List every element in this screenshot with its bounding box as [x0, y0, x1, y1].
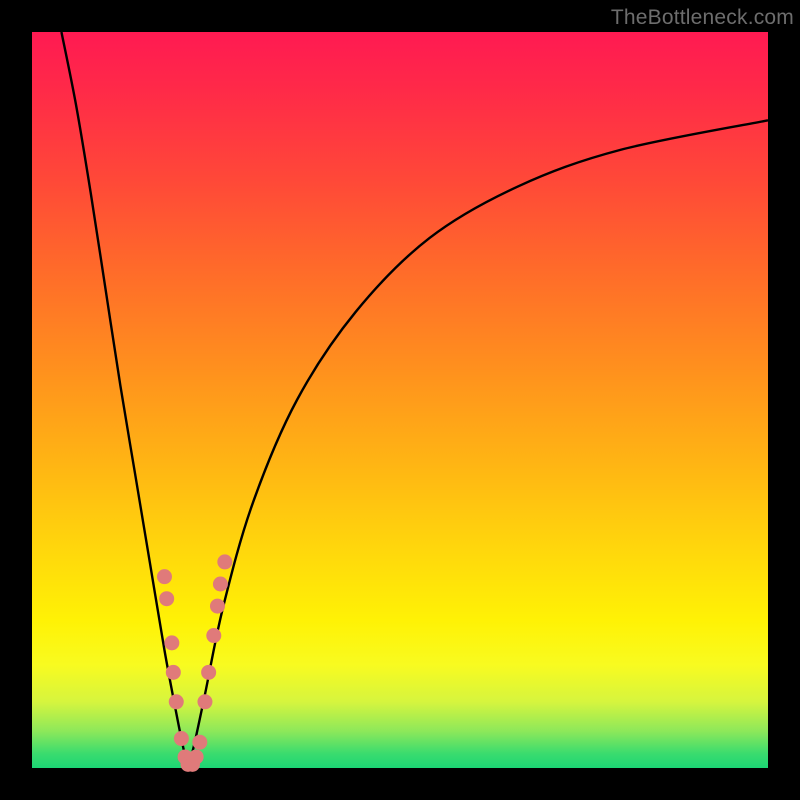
marker-dot [210, 599, 225, 614]
curve-left-branch [61, 32, 188, 768]
watermark-text: TheBottleneck.com [611, 6, 794, 30]
marker-dot [192, 735, 207, 750]
marker-dot [201, 665, 216, 680]
marker-dot [157, 569, 172, 584]
marker-dot [169, 694, 184, 709]
chart-svg [32, 32, 768, 768]
marker-group [157, 554, 232, 771]
marker-dot [164, 635, 179, 650]
marker-dot [206, 628, 221, 643]
marker-dot [217, 554, 232, 569]
curve-right-branch [188, 120, 768, 768]
plot-area [32, 32, 768, 768]
marker-dot [166, 665, 181, 680]
outer-frame: TheBottleneck.com [0, 0, 800, 800]
marker-dot [197, 694, 212, 709]
marker-dot [213, 577, 228, 592]
marker-dot [159, 591, 174, 606]
marker-dot [189, 749, 204, 764]
marker-dot [174, 731, 189, 746]
